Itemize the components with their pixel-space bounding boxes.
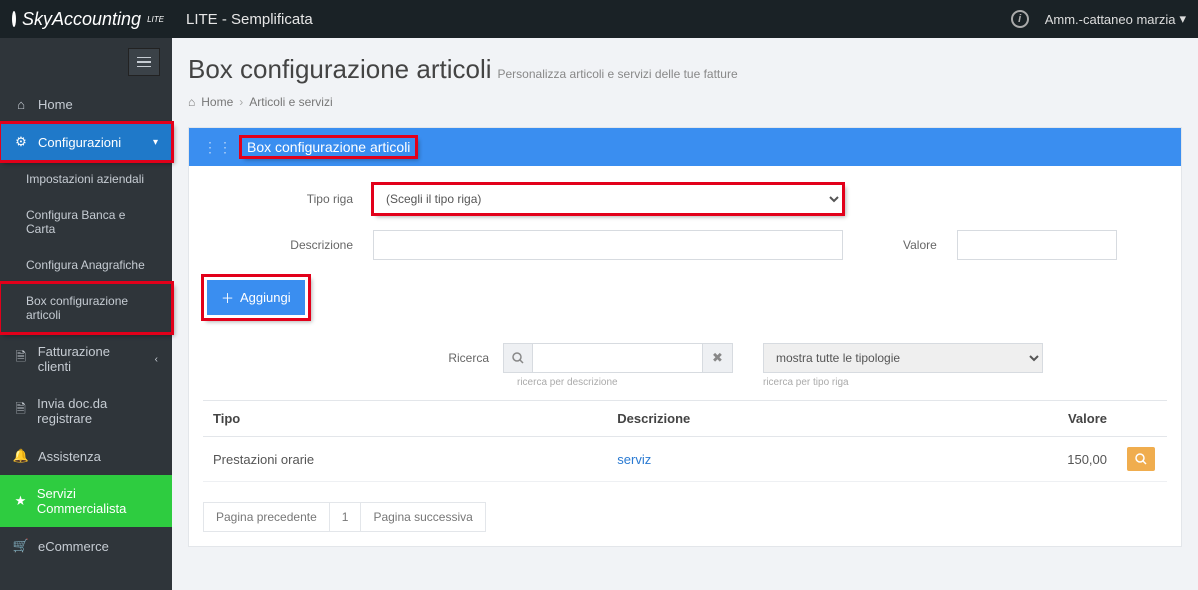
pager-next[interactable]: Pagina successiva [360,502,485,532]
chevron-right-icon: › [239,95,243,109]
sidebar-label: Configura Banca e Carta [26,208,158,236]
tipo-riga-select[interactable]: (Scegli il tipo riga) [373,184,843,214]
sidebar-label: Configurazioni [38,135,121,150]
bell-icon: 🔔 [14,448,28,464]
descrizione-input[interactable] [373,230,843,260]
filter-hint: ricerca per tipo riga [763,377,1043,388]
results-table: Tipo Descrizione Valore Prestazioni orar… [203,400,1167,482]
search-button[interactable] [503,343,533,373]
sidebar-label: eCommerce [38,539,109,554]
col-descrizione: Descrizione [607,401,917,437]
app-name: SkyAccounting [22,9,141,30]
sidebar-label: Configura Anagrafiche [26,258,145,272]
edition-label: LITE - Semplificata [186,11,313,28]
user-menu[interactable]: Amm.-cattaneo marzia ▾ [1045,11,1186,27]
logo-icon [12,11,16,27]
ricerca-input[interactable] [533,343,703,373]
main-content: Box configurazione articoli Personalizza… [172,38,1198,590]
sidebar-label: Home [38,97,73,112]
panel: ⋮⋮ Box configurazione articoli Tipo riga… [188,127,1182,547]
home-icon: ⌂ [14,97,28,112]
cell-tipo: Prestazioni orarie [203,437,607,482]
descrizione-label: Descrizione [203,238,373,252]
breadcrumb-current: Articoli e servizi [249,95,332,109]
sidebar-item-banca[interactable]: Configura Banca e Carta [0,197,172,247]
col-valore: Valore [918,401,1117,437]
chevron-left-icon: ‹ [155,354,158,365]
sidebar-item-commercialista[interactable]: ★ Servizi Commercialista [0,475,172,527]
aggiungi-button[interactable]: ＋ Aggiungi [207,280,305,315]
page-title: Box configurazione articoli Personalizza… [188,54,1182,85]
grip-icon: ⋮⋮ [203,139,233,156]
sidebar-item-impostazioni[interactable]: Impostazioni aziendali [0,161,172,197]
ricerca-hint: ricerca per descrizione [517,377,733,388]
page-subtitle: Personalizza articoli e servizi delle tu… [498,67,738,81]
clear-search-button[interactable]: ✖ [703,343,733,373]
sidebar-item-invia[interactable]: 🗎 Invia doc.da registrare [0,385,172,437]
cart-icon: 🛒 [14,538,28,554]
info-icon[interactable]: i [1011,10,1029,28]
chevron-down-icon: ▾ [1179,11,1186,27]
valore-input[interactable] [957,230,1117,260]
breadcrumb: ⌂ Home › Articoli e servizi [188,95,1182,109]
sidebar-label: Assistenza [38,449,101,464]
pager-prev[interactable]: Pagina precedente [203,502,330,532]
sidebar-item-box-articoli[interactable]: Box configurazione articoli [0,283,172,333]
aggiungi-label: Aggiungi [240,290,291,305]
cell-descrizione-link[interactable]: serviz [617,452,651,467]
sidebar-item-ecommerce[interactable]: 🛒 eCommerce [0,527,172,565]
chevron-down-icon: ▾ [153,137,158,148]
pager: Pagina precedente 1 Pagina successiva [203,502,1167,532]
document-icon: 🗎 [14,348,28,370]
star-icon: ★ [14,493,27,509]
table-row: Prestazioni orarie serviz 150,00 [203,437,1167,482]
sidebar-label: Impostazioni aziendali [26,172,144,186]
app-sublogo: LITE [147,15,164,24]
send-icon: 🗎 [14,400,27,422]
sidebar-item-configurazioni[interactable]: ⚙ Configurazioni ▾ [0,123,172,161]
topbar: SkyAccounting LITE LITE - Semplificata i… [0,0,1198,38]
sidebar-item-fatturazione[interactable]: 🗎 Fatturazione clienti ‹ [0,333,172,385]
sidebar-item-assistenza[interactable]: 🔔 Assistenza [0,437,172,475]
home-icon: ⌂ [188,95,195,109]
col-tipo: Tipo [203,401,607,437]
app-logo[interactable]: SkyAccounting LITE [0,9,172,30]
panel-title: Box configurazione articoli [241,137,416,157]
valore-label: Valore [903,238,957,252]
user-name: Amm.-cattaneo marzia [1045,12,1176,27]
pager-page[interactable]: 1 [330,502,361,532]
tipo-filter-select[interactable]: mostra tutte le tipologie [763,343,1043,373]
plus-icon: ＋ [221,288,234,307]
sidebar-item-anagrafiche[interactable]: Configura Anagrafiche [0,247,172,283]
sidebar-label: Box configurazione articoli [26,294,158,322]
tipo-riga-label: Tipo riga [203,192,373,206]
sidebar-toggle[interactable] [128,48,160,76]
aggiungi-wrap: ＋ Aggiungi [203,276,309,319]
panel-header: ⋮⋮ Box configurazione articoli [189,128,1181,166]
page-title-text: Box configurazione articoli [188,54,492,85]
sidebar-label: Invia doc.da registrare [37,396,158,426]
sidebar-label: Servizi Commercialista [37,486,158,516]
sidebar-item-home[interactable]: ⌂ Home [0,86,172,123]
sidebar: ⌂ Home ⚙ Configurazioni ▾ Impostazioni a… [0,38,172,590]
view-row-button[interactable] [1127,447,1155,471]
sidebar-label: Fatturazione clienti [38,344,145,374]
breadcrumb-home[interactable]: Home [201,95,233,109]
gear-icon: ⚙ [14,134,28,150]
ricerca-label: Ricerca [433,351,503,365]
cell-valore: 150,00 [918,437,1117,482]
